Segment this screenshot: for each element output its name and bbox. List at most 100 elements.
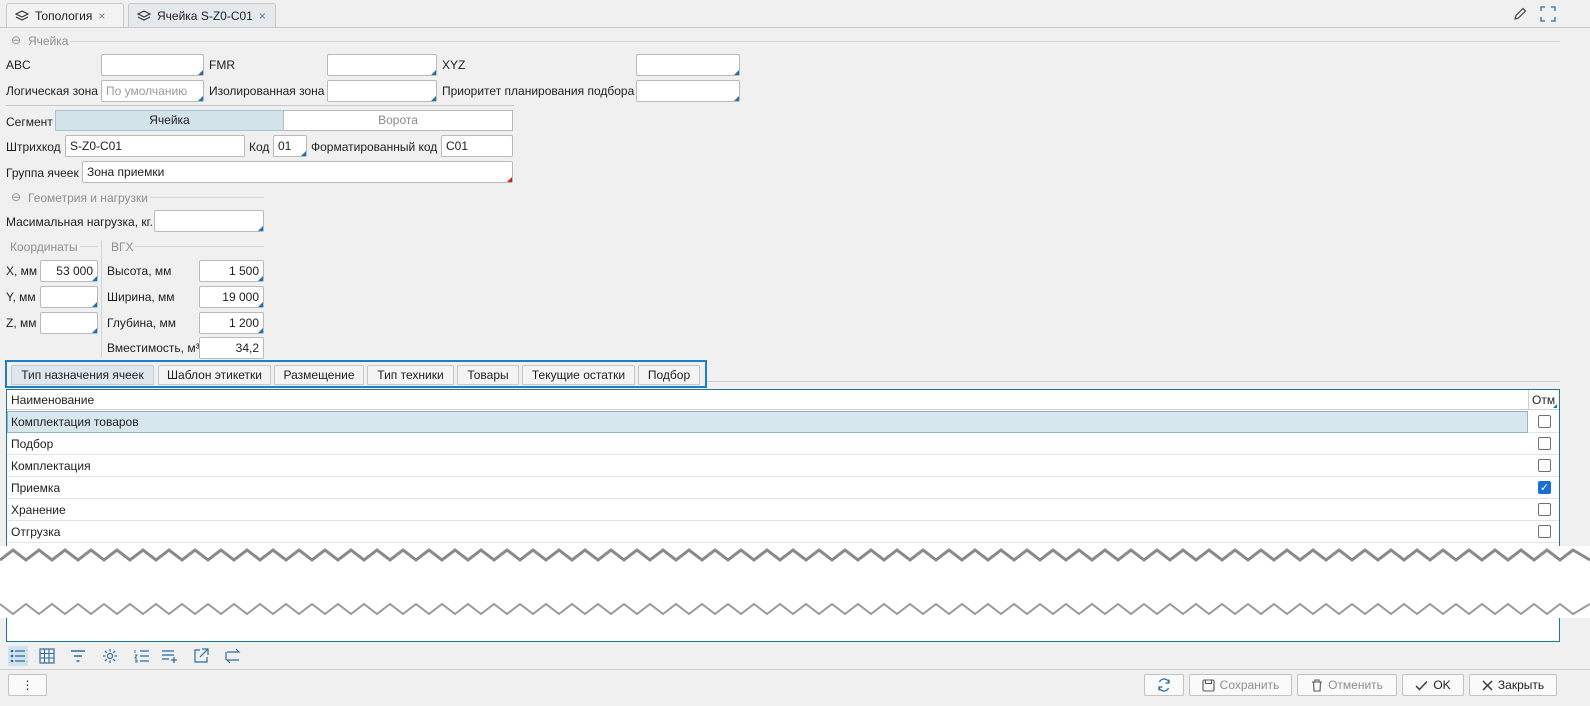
segment-option-cell[interactable]: Ячейка — [55, 110, 284, 131]
tab-cell-purpose[interactable]: Тип назначения ячеек — [11, 365, 154, 385]
tab-label: Топология — [35, 8, 93, 23]
width-field[interactable]: 19 000 — [199, 286, 264, 308]
tab-label: Ячейка S-Z0-C01 — [157, 8, 253, 23]
table-row[interactable]: Хранение — [7, 499, 1559, 521]
tab-goods[interactable]: Товары — [457, 365, 519, 385]
dropdown-corner-icon — [301, 151, 306, 156]
more-icon: ⋮ — [21, 678, 34, 692]
formatted-code-field[interactable]: C01 — [441, 135, 513, 157]
z-label: Z, мм — [6, 316, 37, 330]
xyz-label: XYZ — [442, 58, 466, 72]
close-label: Закрыть — [1497, 678, 1545, 692]
depth-field[interactable]: 1 200 — [199, 312, 264, 334]
dropdown-corner-icon — [258, 328, 263, 333]
row-name: Комплектация товаров — [11, 415, 139, 429]
section-title-geometry: Геометрия и нагрузки — [28, 191, 148, 205]
required-corner-icon — [507, 177, 512, 182]
width-label: Ширина, мм — [107, 290, 175, 304]
ok-label: OK — [1433, 678, 1451, 692]
cell-group-field[interactable]: Зона приемки — [82, 161, 513, 183]
tab-label-template[interactable]: Шаблон этикетки — [158, 365, 271, 385]
dropdown-corner-icon — [258, 302, 263, 307]
fullscreen-icon[interactable] — [1540, 6, 1556, 22]
dropdown-corner-icon — [734, 70, 739, 75]
dropdown-corner-icon — [734, 96, 739, 101]
table-row[interactable]: Отгрузка — [7, 521, 1559, 543]
check-icon — [1415, 680, 1428, 691]
logic-zone-field[interactable]: По умолчанию — [101, 80, 204, 102]
dropdown-corner-icon — [431, 70, 436, 75]
refresh-button[interactable] — [1144, 674, 1184, 696]
row-checkbox[interactable] — [1538, 525, 1551, 538]
cancel-button[interactable]: Отменить — [1297, 674, 1397, 696]
row-checkbox[interactable] — [1538, 459, 1551, 472]
y-field[interactable] — [40, 286, 98, 308]
row-checkbox-checked[interactable]: ✓ — [1538, 481, 1551, 494]
tab-topology[interactable]: Топология × — [6, 3, 124, 27]
floppy-icon — [1202, 678, 1215, 692]
depth-label: Глубина, мм — [107, 316, 177, 330]
transfer-icon[interactable] — [223, 646, 243, 666]
column-header-mark[interactable]: Отм — [1532, 393, 1555, 407]
collapse-icon[interactable]: ⊖ — [11, 190, 21, 204]
isolated-zone-label: Изолированная зона — [209, 84, 325, 98]
tabstrip-divider — [707, 381, 1560, 382]
max-load-field[interactable] — [154, 210, 264, 232]
save-button[interactable]: Сохранить — [1189, 674, 1292, 696]
tab-current-stock[interactable]: Текущие остатки — [522, 365, 635, 385]
fmr-field[interactable] — [327, 54, 437, 76]
barcode-field[interactable]: S-Z0-C01 — [65, 135, 245, 157]
row-checkbox[interactable] — [1538, 503, 1551, 516]
formatted-code-label: Форматированный код — [311, 140, 438, 154]
group-divider — [135, 246, 264, 247]
section-divider — [150, 197, 264, 198]
filter-icon[interactable] — [68, 646, 88, 666]
layers-icon — [137, 9, 151, 21]
table-row[interactable]: Подбор — [7, 433, 1559, 455]
x-field[interactable]: 53 000 — [40, 260, 98, 282]
close-button[interactable]: Закрыть — [1469, 674, 1557, 696]
collapse-icon[interactable]: ⊖ — [11, 33, 21, 47]
column-header-name[interactable]: Наименование — [11, 393, 94, 407]
numbered-list-icon[interactable] — [132, 646, 152, 666]
isolated-zone-field[interactable] — [327, 80, 437, 102]
capacity-field[interactable]: 34,2 — [199, 337, 264, 359]
row-checkbox[interactable] — [1538, 437, 1551, 450]
trash-icon — [1312, 678, 1323, 692]
tab-equipment-type[interactable]: Тип техники — [367, 365, 454, 385]
export-icon[interactable] — [191, 646, 211, 666]
edit-icon[interactable] — [1512, 6, 1528, 22]
more-button[interactable]: ⋮ — [8, 674, 47, 696]
abc-field[interactable] — [101, 54, 204, 76]
column-resize-icon — [1553, 404, 1557, 408]
layers-icon — [15, 9, 29, 21]
ok-button[interactable]: OK — [1402, 674, 1464, 696]
footer-divider — [0, 669, 1590, 670]
tab-cell[interactable]: Ячейка S-Z0-C01 × — [128, 3, 276, 27]
row-name: Подбор — [11, 437, 54, 451]
tab-picking[interactable]: Подбор — [638, 365, 700, 385]
row-checkbox[interactable] — [1538, 415, 1551, 428]
barcode-label: Штрихкод — [6, 140, 61, 154]
settings-icon[interactable] — [100, 646, 120, 666]
row-name: Комплектация — [11, 459, 91, 473]
row-name: Хранение — [11, 503, 66, 517]
close-icon[interactable]: × — [98, 9, 105, 23]
tab-placement[interactable]: Размещение — [274, 365, 364, 385]
close-icon[interactable]: × — [259, 9, 266, 23]
vgh-title: ВГХ — [111, 240, 134, 254]
height-field[interactable]: 1 500 — [199, 260, 264, 282]
table-row[interactable]: Приемка ✓ — [7, 477, 1559, 499]
dropdown-corner-icon — [258, 276, 263, 281]
add-row-icon[interactable] — [160, 646, 180, 666]
priority-field[interactable] — [636, 80, 740, 102]
torn-edge-decoration — [0, 546, 1590, 618]
xyz-field[interactable] — [636, 54, 740, 76]
z-field[interactable] — [40, 312, 98, 334]
group-separator — [101, 240, 102, 358]
table-row[interactable]: Комплектация — [7, 455, 1559, 477]
list-view-icon[interactable] — [8, 646, 28, 666]
table-view-icon[interactable] — [37, 646, 57, 666]
segment-option-gate[interactable]: Ворота — [283, 110, 513, 131]
table-row[interactable]: Комплектация товаров — [7, 411, 1559, 433]
